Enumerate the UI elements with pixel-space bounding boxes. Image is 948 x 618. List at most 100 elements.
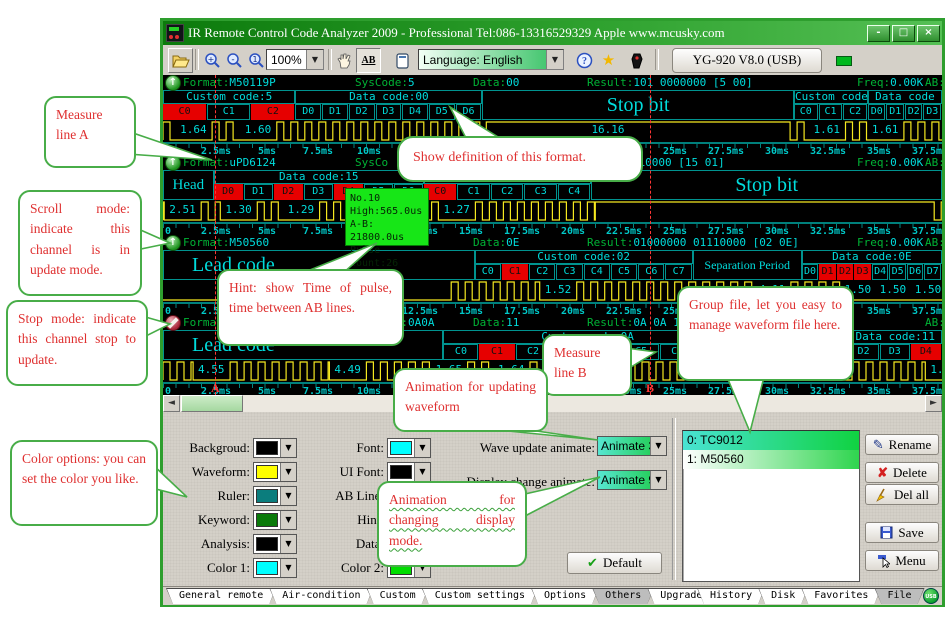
info-label: SysCode: (355, 76, 408, 89)
tab-label: Others (592, 588, 654, 604)
bit-cells: D0D1D2D3 (868, 104, 942, 120)
chevron-down-icon[interactable]: ▼ (280, 463, 296, 481)
zoom-level-select[interactable]: 100% ▼ (266, 49, 324, 70)
save-button[interactable]: Save (865, 522, 939, 543)
delete-button[interactable]: ✘Delete (865, 462, 939, 483)
rename-button[interactable]: ✎Rename (865, 434, 939, 455)
chevron-down-icon[interactable]: ▼ (280, 511, 296, 529)
bit-cell: C1 (502, 264, 528, 280)
scroll-mode-icon[interactable]: ↑ (165, 235, 181, 251)
color-select-keyword[interactable]: ▼ (253, 510, 297, 530)
favorites-star-button[interactable]: ★ (596, 48, 621, 73)
color-select-ruler[interactable]: ▼ (253, 486, 297, 506)
bit-cell: D3 (304, 184, 333, 200)
scrollbar-thumb[interactable] (181, 395, 243, 412)
color-swatch (256, 561, 278, 575)
bit-cells: D2D3D4 (849, 344, 942, 360)
channel-wave: 2.511.301.291.27 (163, 200, 942, 222)
time-tick-label: 35ms (867, 386, 891, 395)
file-list-item[interactable]: 0: TC9012 (683, 431, 859, 450)
tab-favorites[interactable]: Favorites (801, 588, 881, 604)
close-button[interactable]: × (917, 25, 940, 42)
bit-cell: C7 (665, 264, 691, 280)
scroll-left-arrow-icon[interactable]: ◄ (163, 395, 180, 412)
window-title: IR Remote Control Code Analyzer 2009 - P… (188, 25, 867, 41)
maximize-button[interactable]: □ (892, 25, 915, 42)
channel-info-field: AB:25 (925, 156, 942, 169)
tab-label: Favorites (801, 588, 881, 604)
section-title: Data code:00 (295, 90, 482, 104)
chevron-down-icon[interactable]: ▼ (650, 437, 666, 455)
chevron-down-icon[interactable]: ▼ (650, 471, 666, 489)
pulse-time-value: 1.27 (443, 203, 470, 216)
file-list-item[interactable]: 1: M50560 (683, 450, 859, 469)
chevron-down-icon[interactable]: ▼ (306, 50, 323, 69)
open-file-button[interactable] (168, 48, 193, 73)
scroll-mode-icon[interactable]: ↑ (165, 155, 181, 171)
tab-others[interactable]: Others (592, 588, 654, 604)
color-swatch (256, 489, 278, 503)
tab-options[interactable]: Options (531, 588, 599, 604)
bit-cell: C1 (457, 184, 490, 200)
bit-cell: C4 (584, 264, 610, 280)
color-select-backgroud[interactable]: ▼ (253, 438, 297, 458)
info-value: 0.00K (890, 236, 923, 249)
device-panel-button[interactable] (390, 48, 415, 73)
tab-general-remote[interactable]: General remote (166, 588, 276, 604)
chevron-down-icon[interactable]: ▼ (280, 535, 296, 553)
animate-select[interactable]: Animate 3▼ (597, 436, 667, 456)
measure-line-a (215, 75, 216, 395)
bit-cell: C5 (611, 264, 637, 280)
tab-custom-settings[interactable]: Custom settings (422, 588, 538, 604)
color-option-label: Color 2: (323, 560, 387, 576)
pan-hand-button[interactable] (332, 48, 357, 73)
bit-cell: D3 (923, 104, 941, 120)
color-option-label: Backgroud: (177, 440, 253, 456)
chevron-down-icon[interactable]: ▼ (280, 559, 296, 577)
time-tick-label: 37.5ms (912, 386, 942, 395)
section-label: Stop bit (591, 170, 942, 200)
bottom-tab-bar: General remoteAir-conditionCustomCustom … (163, 586, 942, 605)
measure-line-b-label: B (646, 381, 654, 395)
callout-hint-pulse: Hint: show Time of pulse, time between A… (217, 269, 404, 346)
tab-air-condition[interactable]: Air-condition (269, 588, 373, 604)
bit-cell: D4 (911, 344, 941, 360)
help-button[interactable]: ? (572, 48, 597, 73)
color-option-label: Ruler: (177, 488, 253, 504)
stop-mode-icon[interactable] (165, 315, 181, 331)
scroll-mode-icon[interactable]: ↑ (165, 75, 181, 91)
ab-measure-button[interactable]: AB (356, 48, 381, 73)
pulse-hint-tooltip: No.10High:565.0usA-B: 21800.0usPulse cou… (345, 188, 429, 246)
waveform-trace (163, 200, 942, 222)
horizontal-scrollbar[interactable]: ◄ ► (163, 395, 942, 412)
default-button[interactable]: ✔ Default (567, 552, 662, 574)
chevron-down-icon[interactable]: ▼ (280, 487, 296, 505)
minimize-button[interactable]: - (867, 25, 890, 42)
info-value: 00 (506, 76, 519, 89)
scroll-right-arrow-icon[interactable]: ► (925, 395, 942, 412)
callout-color-options: Color options: you can set the color you… (10, 440, 158, 526)
animate-select[interactable]: Animate 9▼ (597, 470, 667, 490)
color-select-analysis[interactable]: ▼ (253, 534, 297, 554)
section-title: Data code:11 (849, 330, 942, 344)
device-model-button[interactable]: YG-920 V8.0 (USB) (672, 48, 822, 73)
color-select-waveform[interactable]: ▼ (253, 462, 297, 482)
menu-button[interactable]: Menu (865, 550, 939, 571)
time-tick-label: 7.5ms (303, 386, 333, 395)
bit-cell: C2 (251, 104, 294, 120)
language-select[interactable]: Language: English ▼ (418, 49, 564, 70)
channel-info-field: Result:101 0000000 [5 00] (587, 76, 753, 89)
tab-history[interactable]: History (697, 588, 765, 604)
time-tick-label: 0 (165, 386, 171, 395)
zoom-level-value: 100% (267, 53, 306, 67)
tab-label: File (874, 588, 924, 604)
tab-file[interactable]: File (874, 588, 924, 604)
chevron-down-icon[interactable]: ▼ (280, 439, 296, 457)
waveform-file-list[interactable]: 0: TC90121: M50560 (682, 430, 860, 582)
del-all-button[interactable]: Del all (865, 484, 939, 505)
bit-cells: C0C1C2 (163, 104, 295, 120)
chevron-down-icon[interactable]: ▼ (546, 50, 563, 69)
remote-tool-button[interactable] (624, 48, 649, 73)
tab-custom[interactable]: Custom (367, 588, 429, 604)
color-select-color-1[interactable]: ▼ (253, 558, 297, 578)
